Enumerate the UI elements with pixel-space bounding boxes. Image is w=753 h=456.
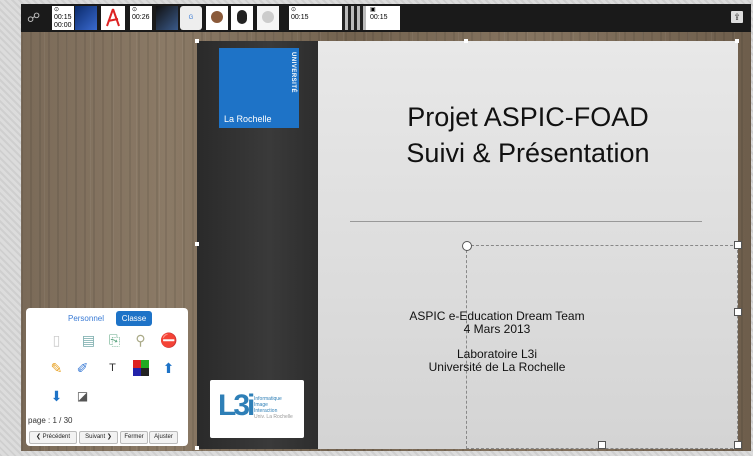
timestamp-1[interactable]: ⊙ 00:15 00:00 [52, 6, 74, 30]
slide-subtitle: ASPIC e-Education Dream Team 4 Mars 2013… [397, 310, 597, 374]
penguin-icon [237, 10, 247, 24]
slide-canvas[interactable]: UNIVERSITÉ La Rochelle L3i Informatique … [197, 41, 742, 449]
image-icon: ▣ [370, 7, 376, 13]
fit-button[interactable]: Ajuster [149, 431, 178, 444]
text-icon[interactable]: T [104, 360, 121, 377]
timestamp-2[interactable]: ⊙ 00:26 [130, 6, 152, 30]
new-page-icon[interactable]: ▯ [48, 332, 65, 349]
slide-title-line1: Projet ASPIC-FOAD [407, 102, 649, 132]
zoom-icon[interactable]: ⚲ [132, 332, 149, 349]
slide-side-handle[interactable] [195, 242, 199, 246]
rotate-handle[interactable] [462, 241, 472, 251]
avatar-thumbnail[interactable] [206, 6, 228, 30]
video-thumbnail[interactable] [156, 6, 178, 30]
l3i-mark: L3i [218, 389, 255, 422]
resize-handle-se[interactable] [734, 441, 742, 449]
user-thumbnail[interactable] [257, 6, 279, 30]
logo-vertical-text: UNIVERSITÉ [290, 52, 296, 94]
slide-corner-handle[interactable] [195, 39, 199, 43]
timestamp-1-line1: 00:15 [54, 14, 72, 21]
pdf-thumbnail[interactable] [101, 6, 125, 30]
tools-panel: Personnel Classe ▯ ▤ ⎘ ⚲ ⛔ ✎ ✐ T ⬆ ⬇ ◪ p… [26, 308, 188, 446]
google-thumbnail[interactable]: G [180, 6, 202, 30]
l3i-sub-4: Univ. La Rochelle [254, 414, 293, 420]
slide-divider [350, 221, 702, 222]
linux-thumbnail[interactable] [231, 6, 253, 30]
university-name: Université de La Rochelle [428, 360, 566, 374]
pdf-icon [106, 8, 120, 27]
media-thumbnail[interactable] [75, 6, 97, 30]
pencil-icon[interactable]: ✎ [48, 360, 65, 377]
face-icon [211, 11, 223, 23]
previous-button[interactable]: ❮ Précédent [29, 431, 77, 444]
clock-icon: ⊙ [54, 7, 60, 13]
l3i-subtitle: Informatique Image Interaction Univ. La … [254, 396, 293, 420]
next-button[interactable]: Suivant ❯ [79, 431, 118, 444]
timestamp-1-line2: 00:00 [54, 22, 72, 29]
stop-icon[interactable]: ⛔ [160, 332, 177, 349]
clock-icon: ⊙ [132, 7, 138, 13]
slide-sidebar: UNIVERSITÉ La Rochelle L3i Informatique … [197, 41, 318, 449]
slide-top-handle[interactable] [464, 39, 468, 43]
timestamp-2-label: 00:26 [132, 14, 150, 21]
top-toolbar: ☍ ⊙ 00:15 00:00 ⊙ 00:26 G ⊙ 00:15 ▣ 00:1… [21, 4, 751, 32]
slide-corner-handle[interactable] [735, 39, 739, 43]
tab-classe[interactable]: Classe [116, 311, 152, 326]
arrow-up-icon[interactable]: ⬆ [160, 360, 177, 377]
presentation-date: 4 Mars 2013 [463, 322, 531, 336]
tab-personnel[interactable]: Personnel [64, 311, 108, 326]
timestamp-4[interactable]: ▣ 00:15 [368, 6, 400, 30]
timestamp-4-label: 00:15 [370, 14, 388, 21]
upload-icon[interactable]: ⇪ [731, 11, 743, 23]
university-logo: UNIVERSITÉ La Rochelle [219, 48, 299, 128]
color-palette-icon[interactable] [132, 360, 149, 377]
share-icon[interactable]: ☍ [27, 10, 43, 26]
close-button[interactable]: Fermer [120, 431, 148, 444]
resize-handle-e[interactable] [734, 308, 742, 316]
slide-title-line2: Suivi & Présentation [406, 138, 650, 168]
google-icon: G [188, 15, 194, 21]
slide-corner-handle[interactable] [195, 446, 199, 450]
eraser-icon[interactable]: ◪ [74, 388, 91, 405]
highlighter-icon[interactable]: ✐ [74, 360, 91, 377]
page-indicator: page : 1 / 30 [28, 416, 73, 425]
slide-title: Projet ASPIC-FOAD Suivi & Présentation [318, 99, 738, 171]
film-thumbnail[interactable] [342, 6, 366, 30]
open-icon[interactable]: ⎘ [106, 332, 123, 349]
save-icon[interactable]: ▤ [80, 332, 97, 349]
arrow-down-icon[interactable]: ⬇ [48, 388, 65, 405]
resize-handle-s[interactable] [598, 441, 606, 449]
resize-handle-ne[interactable] [734, 241, 742, 249]
l3i-logo: L3i Informatique Image Interaction Univ.… [210, 380, 304, 438]
user-icon [262, 11, 274, 23]
logo-city: La Rochelle [224, 114, 272, 124]
